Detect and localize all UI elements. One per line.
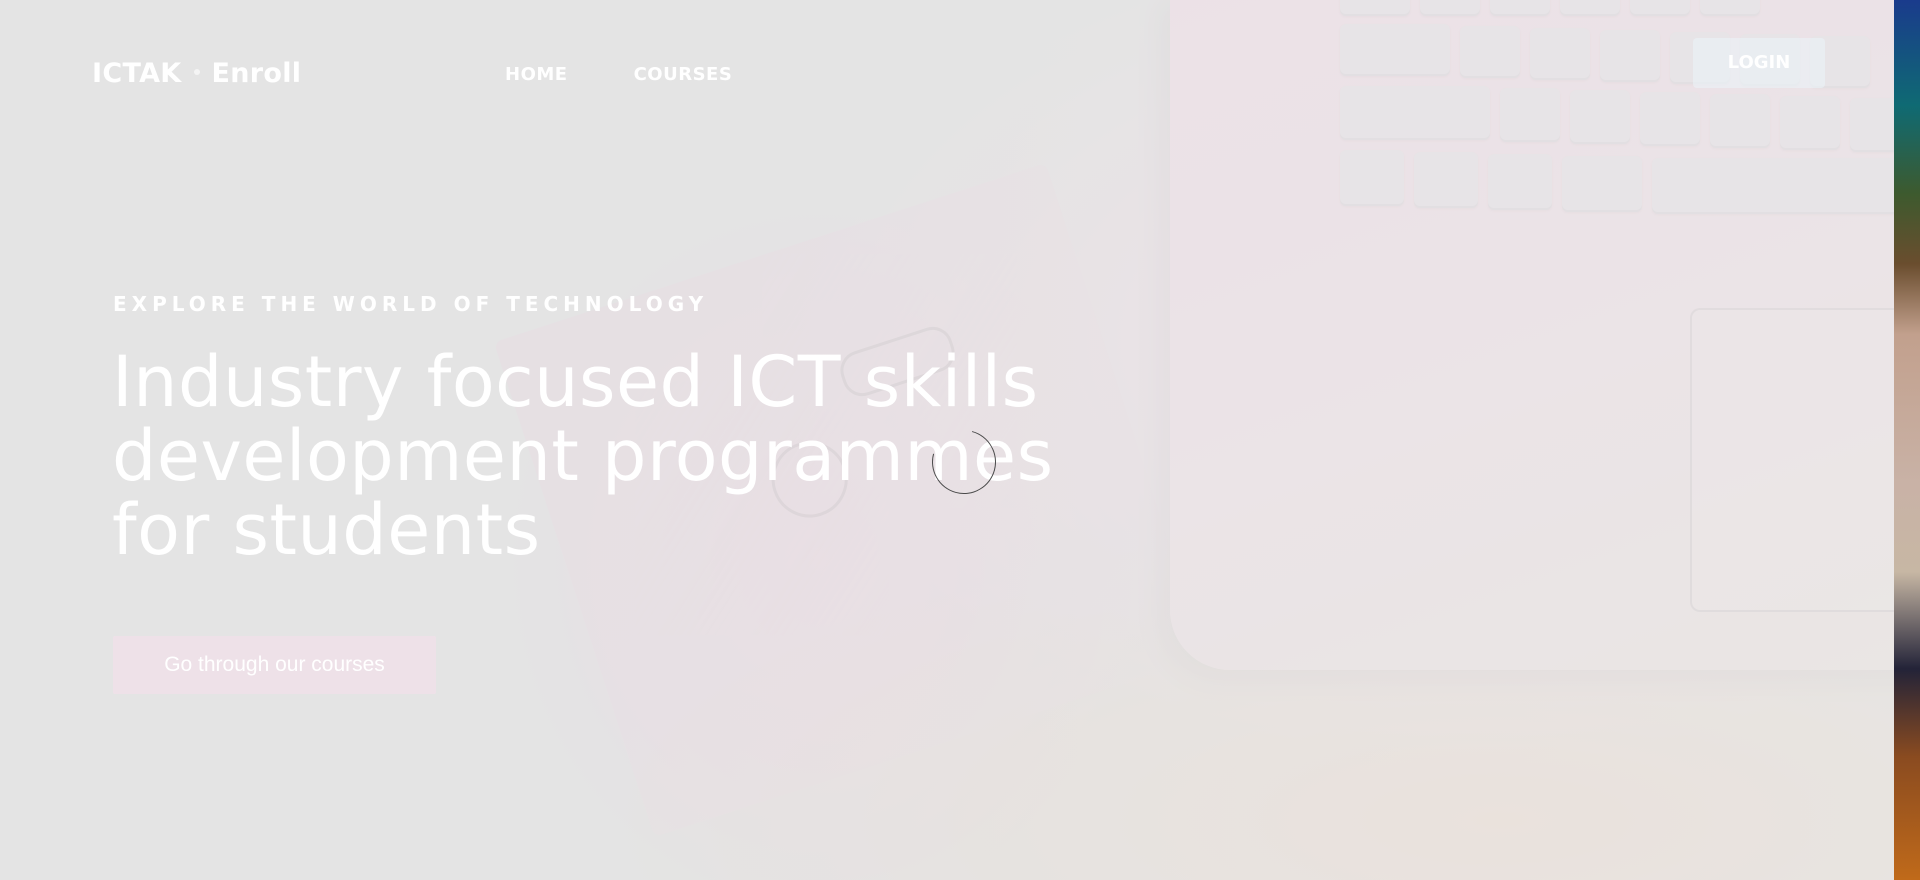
hero-kicker: EXPLORE THE WORLD OF TECHNOLOGY	[113, 292, 709, 316]
nav-link-courses[interactable]: COURSES	[634, 64, 733, 85]
nav-links: HOME COURSES	[505, 64, 732, 85]
brand-secondary: Enroll	[211, 58, 302, 89]
courses-cta-button[interactable]: Go through our courses	[113, 636, 436, 694]
brand-logo[interactable]: ICTAK Enroll	[92, 58, 301, 89]
nav-link-home[interactable]: HOME	[505, 64, 568, 85]
brand-primary: ICTAK	[92, 58, 182, 89]
brand-separator	[193, 69, 200, 75]
login-button[interactable]: LOGIN	[1693, 38, 1825, 88]
navbar: ICTAK Enroll HOME COURSES LOGIN	[0, 0, 1920, 150]
page: ICTAK Enroll HOME COURSES LOGIN EXPLORE T…	[0, 0, 1920, 880]
